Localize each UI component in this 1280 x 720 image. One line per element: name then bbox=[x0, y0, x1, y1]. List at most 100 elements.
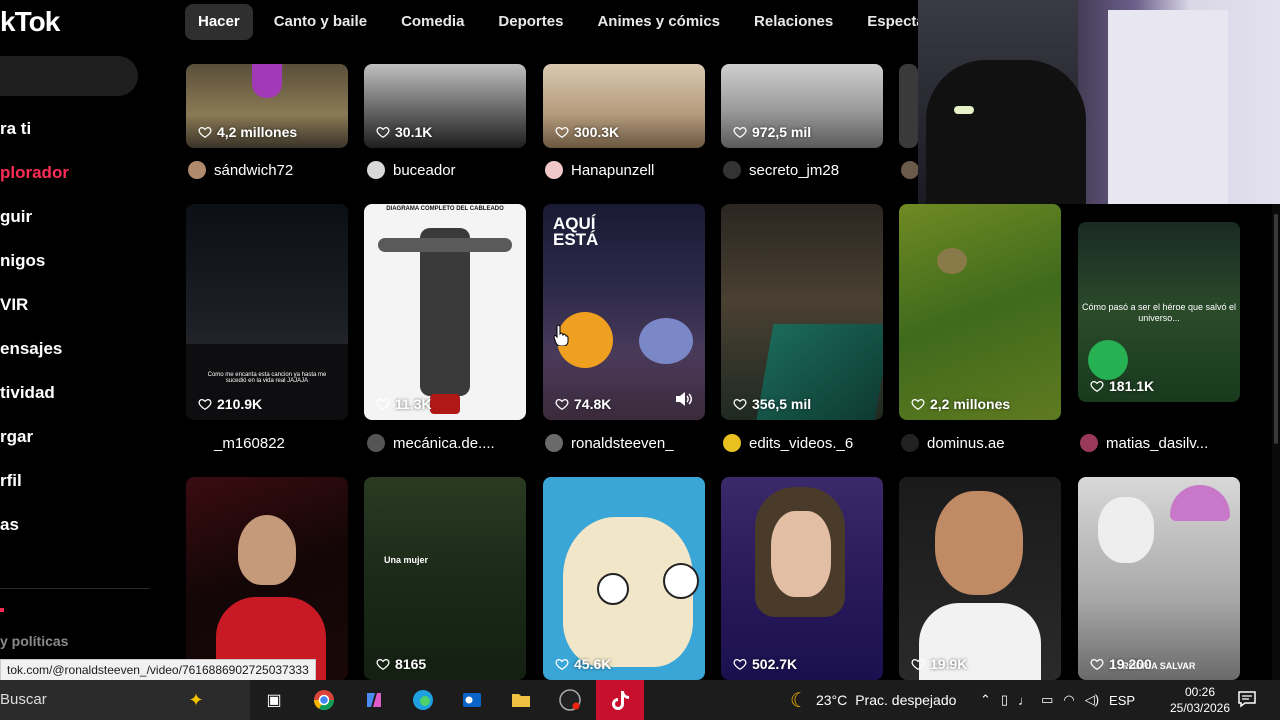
weather-temp: 23°C bbox=[815, 692, 848, 708]
weather-widget[interactable]: ☾ 23°C Prac. despejado bbox=[790, 680, 956, 720]
video-caption: Cómo pasó a ser el héroe que salvó el un… bbox=[1081, 302, 1237, 323]
clock-time: 00:26 bbox=[1184, 685, 1216, 699]
video-card-partial[interactable] bbox=[899, 64, 918, 148]
webcam-door bbox=[1108, 10, 1228, 204]
tab-relaciones[interactable]: Relaciones bbox=[741, 4, 846, 40]
video-author[interactable]: edits_videos._6 bbox=[723, 432, 853, 454]
video-card[interactable]: 45.6K bbox=[543, 477, 705, 680]
author-name: Hanapunzell bbox=[571, 161, 655, 179]
volume-icon[interactable] bbox=[675, 391, 693, 407]
notification-icon[interactable] bbox=[1238, 690, 1256, 708]
taskbar-clock[interactable]: 00:26 25/03/2026 bbox=[1168, 684, 1232, 716]
video-author[interactable]: secreto_jm28 bbox=[723, 159, 839, 181]
sidebar-item-activity[interactable]: tividad bbox=[0, 383, 55, 403]
sidebar-item-messages[interactable]: ensajes bbox=[0, 339, 62, 359]
likes-count: 8165 bbox=[395, 656, 427, 672]
video-author[interactable]: sándwich72 bbox=[188, 159, 293, 181]
heart-icon bbox=[555, 657, 569, 671]
sidebar-item-profile[interactable]: rfil bbox=[0, 471, 22, 491]
video-card[interactable]: AQUÍ ESTÁ 74.8K bbox=[543, 204, 705, 420]
chevron-up-icon[interactable]: ⌃ bbox=[980, 692, 991, 708]
likes-count: 19.200 bbox=[1109, 656, 1152, 672]
tab-deportes[interactable]: Deportes bbox=[485, 4, 576, 40]
video-card[interactable]: 2,2 millones bbox=[899, 204, 1061, 420]
sidebar-item-following[interactable]: guir bbox=[0, 207, 32, 227]
video-author[interactable]: Hanapunzell bbox=[545, 159, 654, 181]
chrome-icon[interactable] bbox=[308, 684, 340, 716]
battery-icon[interactable]: ▭ bbox=[1041, 692, 1053, 708]
sidebar-item-for-you[interactable]: ra ti bbox=[0, 119, 31, 139]
outlook-icon[interactable] bbox=[456, 684, 488, 716]
video-author[interactable]: dominus.ae bbox=[901, 432, 1005, 454]
sidebar-item-live[interactable]: VIR bbox=[0, 295, 28, 315]
policies-link[interactable]: y políticas bbox=[0, 633, 68, 649]
video-likes: 45.6K bbox=[555, 656, 611, 672]
sidebar-item-more[interactable]: as bbox=[0, 515, 19, 535]
tiktok-taskbar-icon[interactable] bbox=[596, 680, 644, 720]
microphone-icon[interactable]: ♩ bbox=[1018, 693, 1031, 708]
heart-icon bbox=[376, 657, 390, 671]
likes-count: 11.3K bbox=[395, 396, 432, 412]
obs-icon[interactable] bbox=[554, 684, 586, 716]
likes-count: 210.9K bbox=[217, 396, 263, 412]
tab-hacer[interactable]: Hacer bbox=[185, 4, 253, 40]
video-card[interactable]: Cómo pasó a ser el héroe que salvó el un… bbox=[1078, 222, 1240, 402]
page-scrollbar[interactable] bbox=[1272, 204, 1280, 680]
video-likes: 19.200 bbox=[1090, 656, 1152, 672]
sparkle-icon[interactable]: ✦ bbox=[180, 684, 212, 716]
video-card[interactable]: 356,5 mil bbox=[721, 204, 883, 420]
task-view-icon[interactable]: ▣ bbox=[258, 684, 290, 716]
folder-icon[interactable] bbox=[505, 684, 537, 716]
sidebar-item-friends[interactable]: nigos bbox=[0, 251, 45, 271]
video-card[interactable]: Una mujer 8165 bbox=[364, 477, 526, 680]
volume-icon[interactable]: ◁) bbox=[1085, 692, 1099, 708]
video-thumbnail-figure bbox=[937, 248, 967, 274]
heart-icon bbox=[911, 657, 925, 671]
video-card[interactable]: 972,5 mil bbox=[721, 64, 883, 148]
video-likes: 972,5 mil bbox=[733, 124, 811, 140]
author-name: matias_dasilv... bbox=[1106, 434, 1209, 452]
avatar bbox=[367, 434, 385, 452]
device-icon[interactable]: ▯ bbox=[1001, 692, 1008, 708]
app-logo[interactable]: kTok bbox=[0, 6, 60, 38]
likes-count: 74.8K bbox=[574, 396, 612, 412]
wifi-icon[interactable]: ◠ bbox=[1063, 692, 1074, 708]
tab-comedia[interactable]: Comedia bbox=[388, 4, 477, 40]
likes-count: 502.7K bbox=[752, 656, 798, 672]
video-card[interactable]: 30.1K bbox=[364, 64, 526, 148]
sidebar-search[interactable] bbox=[0, 56, 138, 96]
video-card[interactable]: 4,2 millones bbox=[186, 64, 348, 148]
video-caption: AQUÍ ESTÁ bbox=[553, 214, 599, 249]
sidebar-item-explore[interactable]: plorador bbox=[0, 163, 69, 183]
video-card[interactable]: 502.7K bbox=[721, 477, 883, 680]
video-author[interactable]: matias_dasilv... bbox=[1080, 432, 1208, 454]
sidebar-item-upload[interactable]: rgar bbox=[0, 427, 33, 447]
video-card[interactable]: Como me encanta esta cancion ya hasta me… bbox=[186, 204, 348, 420]
likes-count: 4,2 millones bbox=[217, 124, 298, 140]
video-card[interactable]: DIAGRAMA COMPLETO DEL CABLEADO 11.3K bbox=[364, 204, 526, 420]
tab-canto-y-baile[interactable]: Canto y baile bbox=[261, 4, 380, 40]
tab-animes-y-comics[interactable]: Animes y cómics bbox=[584, 4, 733, 40]
video-author[interactable]: mecánica.de.... bbox=[367, 432, 495, 454]
taskbar-search[interactable]: Buscar bbox=[0, 680, 250, 720]
video-card[interactable]: 19.9K bbox=[899, 477, 1061, 680]
author-name: edits_videos._6 bbox=[749, 434, 854, 452]
language-indicator[interactable]: ESP bbox=[1109, 693, 1135, 708]
video-card[interactable] bbox=[186, 477, 348, 680]
edge-icon[interactable] bbox=[407, 684, 439, 716]
video-card[interactable]: PODRÍA SALVAR 19.200 bbox=[1078, 477, 1240, 680]
video-author-partial[interactable] bbox=[901, 159, 919, 181]
video-author[interactable]: buceador bbox=[367, 159, 456, 181]
video-author[interactable]: ronaldsteeven_ bbox=[545, 432, 674, 454]
copilot-icon[interactable] bbox=[358, 684, 390, 716]
video-likes: 4,2 millones bbox=[198, 124, 297, 140]
video-card[interactable]: 300.3K bbox=[543, 64, 705, 148]
webcam-chair-logo bbox=[954, 106, 974, 114]
video-likes: 19.9K bbox=[911, 656, 967, 672]
heart-icon bbox=[733, 397, 747, 411]
heart-icon bbox=[733, 657, 747, 671]
scrollbar-thumb[interactable] bbox=[1274, 214, 1278, 444]
video-likes: 502.7K bbox=[733, 656, 797, 672]
video-author[interactable]: _m160822 bbox=[188, 432, 285, 454]
weather-text: Prac. despejado bbox=[855, 692, 957, 708]
